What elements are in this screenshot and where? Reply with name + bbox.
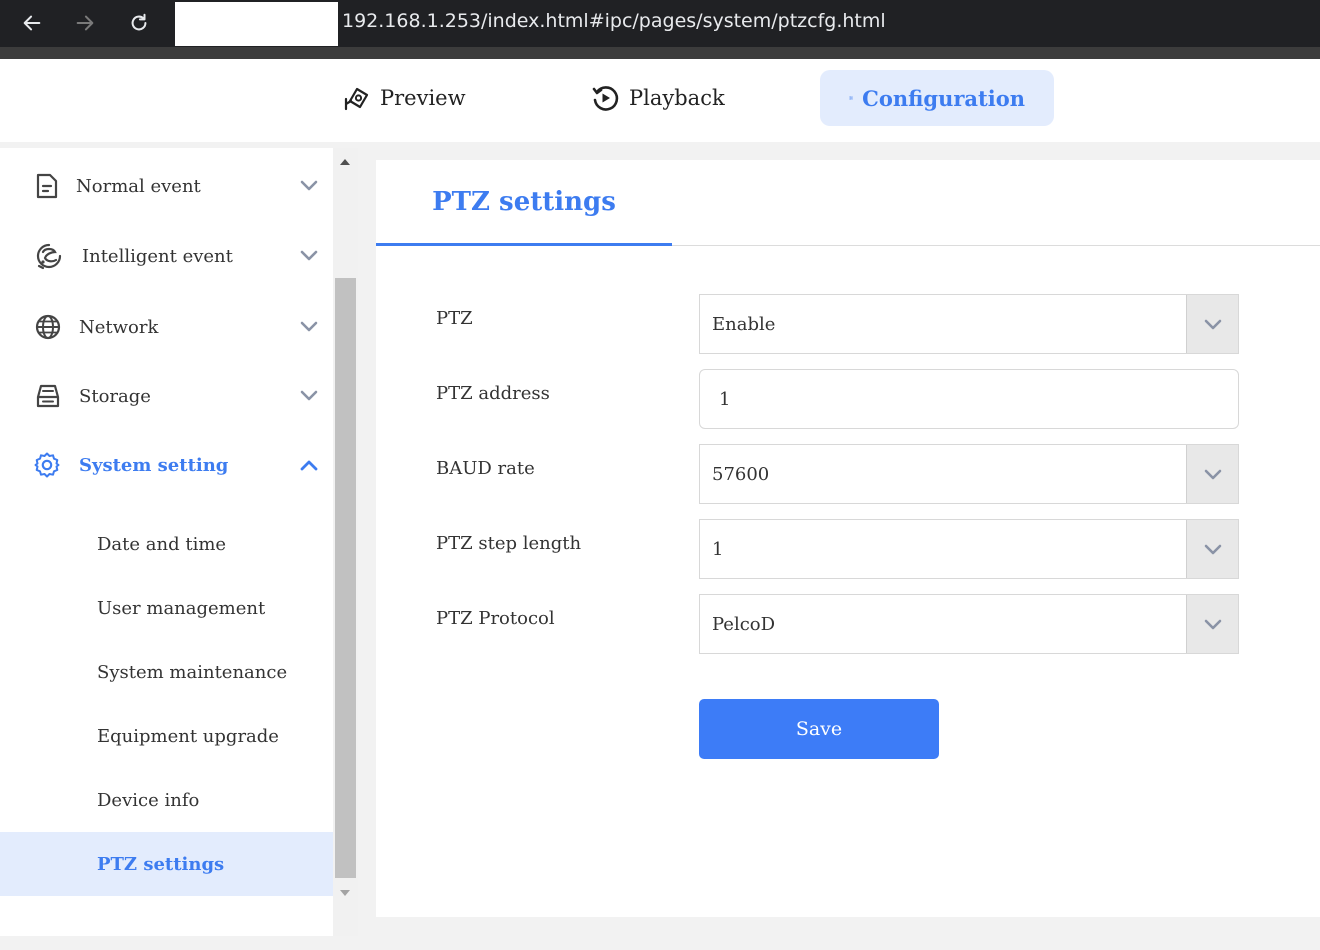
sidebar-item-label: Normal event bbox=[76, 175, 201, 197]
chevron-down-icon bbox=[1204, 469, 1221, 480]
storage-icon bbox=[36, 384, 60, 408]
top-navigation: Preview Playback Configuration bbox=[0, 59, 1320, 142]
browser-toolbar-edge bbox=[0, 47, 1320, 59]
sidebar-item-normal-event[interactable]: Normal event bbox=[0, 156, 333, 216]
ptz-step-length-label: PTZ step length bbox=[436, 533, 582, 554]
chevron-down-icon bbox=[300, 250, 318, 261]
url-redaction bbox=[175, 2, 338, 46]
sidebar-subitem-label: Equipment upgrade bbox=[97, 725, 279, 747]
ptz-step-length-value: 1 bbox=[712, 539, 724, 560]
sliders-icon bbox=[849, 96, 853, 100]
sidebar-subitem-label: System maintenance bbox=[97, 661, 288, 683]
sidebar-item-system-setting[interactable]: System setting bbox=[0, 435, 333, 495]
reload-icon bbox=[131, 13, 147, 31]
dropdown-button[interactable] bbox=[1186, 445, 1238, 503]
brain-icon bbox=[36, 243, 62, 270]
ptz-address-value: 1 bbox=[719, 389, 731, 410]
sidebar-subitem-ptz-settings[interactable]: PTZ settings bbox=[0, 832, 333, 896]
sidebar-item-label: Network bbox=[79, 316, 159, 338]
sidebar-subitem-equipment-upgrade[interactable]: Equipment upgrade bbox=[0, 704, 333, 768]
ptz-protocol-label: PTZ Protocol bbox=[436, 608, 555, 629]
back-button[interactable] bbox=[18, 9, 46, 37]
camera-icon bbox=[344, 87, 369, 111]
sidebar-subitem-label: Device info bbox=[97, 789, 200, 811]
ptz-step-length-select[interactable]: 1 bbox=[699, 519, 1239, 579]
sidebar: Normal event Intelligent event Network S… bbox=[0, 148, 333, 936]
address-bar[interactable]: 192.168.1.253/index.html#ipc/pages/syste… bbox=[342, 10, 886, 32]
tab-preview[interactable]: Preview bbox=[341, 70, 466, 126]
document-icon bbox=[36, 173, 58, 199]
sidebar-subitem-device-info[interactable]: Device info bbox=[0, 768, 333, 832]
sidebar-item-network[interactable]: Network bbox=[0, 297, 333, 357]
ptz-protocol-row: PTZ Protocol PelcoD bbox=[376, 594, 1320, 654]
chevron-down-icon bbox=[300, 180, 318, 191]
ptz-value: Enable bbox=[712, 314, 776, 335]
sidebar-item-intelligent-event[interactable]: Intelligent event bbox=[0, 226, 333, 286]
sidebar-subitem-date-time[interactable]: Date and time bbox=[0, 512, 333, 576]
sidebar-item-label: Intelligent event bbox=[82, 245, 233, 267]
ptz-address-row: PTZ address 1 bbox=[376, 369, 1320, 429]
tab-playback-label: Playback bbox=[629, 86, 725, 110]
arrow-left-icon bbox=[23, 15, 41, 31]
save-button[interactable]: Save bbox=[699, 699, 939, 759]
ptz-select[interactable]: Enable bbox=[699, 294, 1239, 354]
baud-rate-row: BAUD rate 57600 bbox=[376, 444, 1320, 504]
chevron-up-icon bbox=[300, 460, 318, 471]
tab-divider bbox=[672, 245, 1320, 246]
tab-configuration[interactable]: Configuration bbox=[820, 70, 1054, 126]
ptz-protocol-value: PelcoD bbox=[712, 614, 776, 635]
arrow-right-icon bbox=[76, 15, 94, 31]
sidebar-subitem-label: PTZ settings bbox=[97, 853, 225, 875]
ptz-label: PTZ bbox=[436, 308, 473, 329]
dropdown-button[interactable] bbox=[1186, 595, 1238, 653]
gear-icon bbox=[34, 452, 60, 478]
baud-rate-select[interactable]: 57600 bbox=[699, 444, 1239, 504]
browser-toolbar: 192.168.1.253/index.html#ipc/pages/syste… bbox=[0, 0, 1320, 59]
ptz-row: PTZ Enable bbox=[376, 294, 1320, 354]
dropdown-button[interactable] bbox=[1186, 295, 1238, 353]
chevron-down-icon bbox=[300, 390, 318, 401]
sidebar-item-label: Storage bbox=[79, 385, 151, 407]
forward-button[interactable] bbox=[71, 9, 99, 37]
chevron-down-icon bbox=[300, 321, 318, 332]
sidebar-item-storage[interactable]: Storage bbox=[0, 366, 333, 426]
ptz-address-input[interactable]: 1 bbox=[699, 369, 1239, 429]
globe-icon bbox=[35, 314, 61, 340]
scroll-down-arrow[interactable] bbox=[340, 890, 350, 896]
ptz-address-label: PTZ address bbox=[436, 383, 550, 404]
dropdown-button[interactable] bbox=[1186, 520, 1238, 578]
baud-rate-value: 57600 bbox=[712, 464, 770, 485]
ptz-step-length-row: PTZ step length 1 bbox=[376, 519, 1320, 579]
tab-configuration-label: Configuration bbox=[862, 85, 1025, 111]
scroll-up-arrow[interactable] bbox=[340, 159, 350, 165]
ptz-protocol-select[interactable]: PelcoD bbox=[699, 594, 1239, 654]
tab-ptz-settings[interactable]: PTZ settings bbox=[376, 160, 672, 246]
sidebar-subitem-system-maintenance[interactable]: System maintenance bbox=[0, 640, 333, 704]
sidebar-subitem-label: User management bbox=[97, 597, 266, 619]
tab-playback[interactable]: Playback bbox=[590, 70, 725, 126]
chevron-down-icon bbox=[1204, 319, 1221, 330]
sidebar-scrollbar[interactable] bbox=[333, 148, 358, 936]
main-panel: PTZ settings PTZ Enable PTZ address 1 BA… bbox=[376, 160, 1320, 917]
baud-rate-label: BAUD rate bbox=[436, 458, 535, 479]
tab-preview-label: Preview bbox=[380, 86, 466, 110]
sidebar-subitem-label: Date and time bbox=[97, 533, 227, 555]
chevron-down-icon bbox=[1204, 619, 1221, 630]
scroll-thumb[interactable] bbox=[335, 278, 356, 878]
chevron-down-icon bbox=[1204, 544, 1221, 555]
reload-button[interactable] bbox=[125, 9, 153, 37]
playback-icon bbox=[592, 86, 619, 111]
sidebar-subitem-user-management[interactable]: User management bbox=[0, 576, 333, 640]
sidebar-item-label: System setting bbox=[79, 454, 229, 476]
